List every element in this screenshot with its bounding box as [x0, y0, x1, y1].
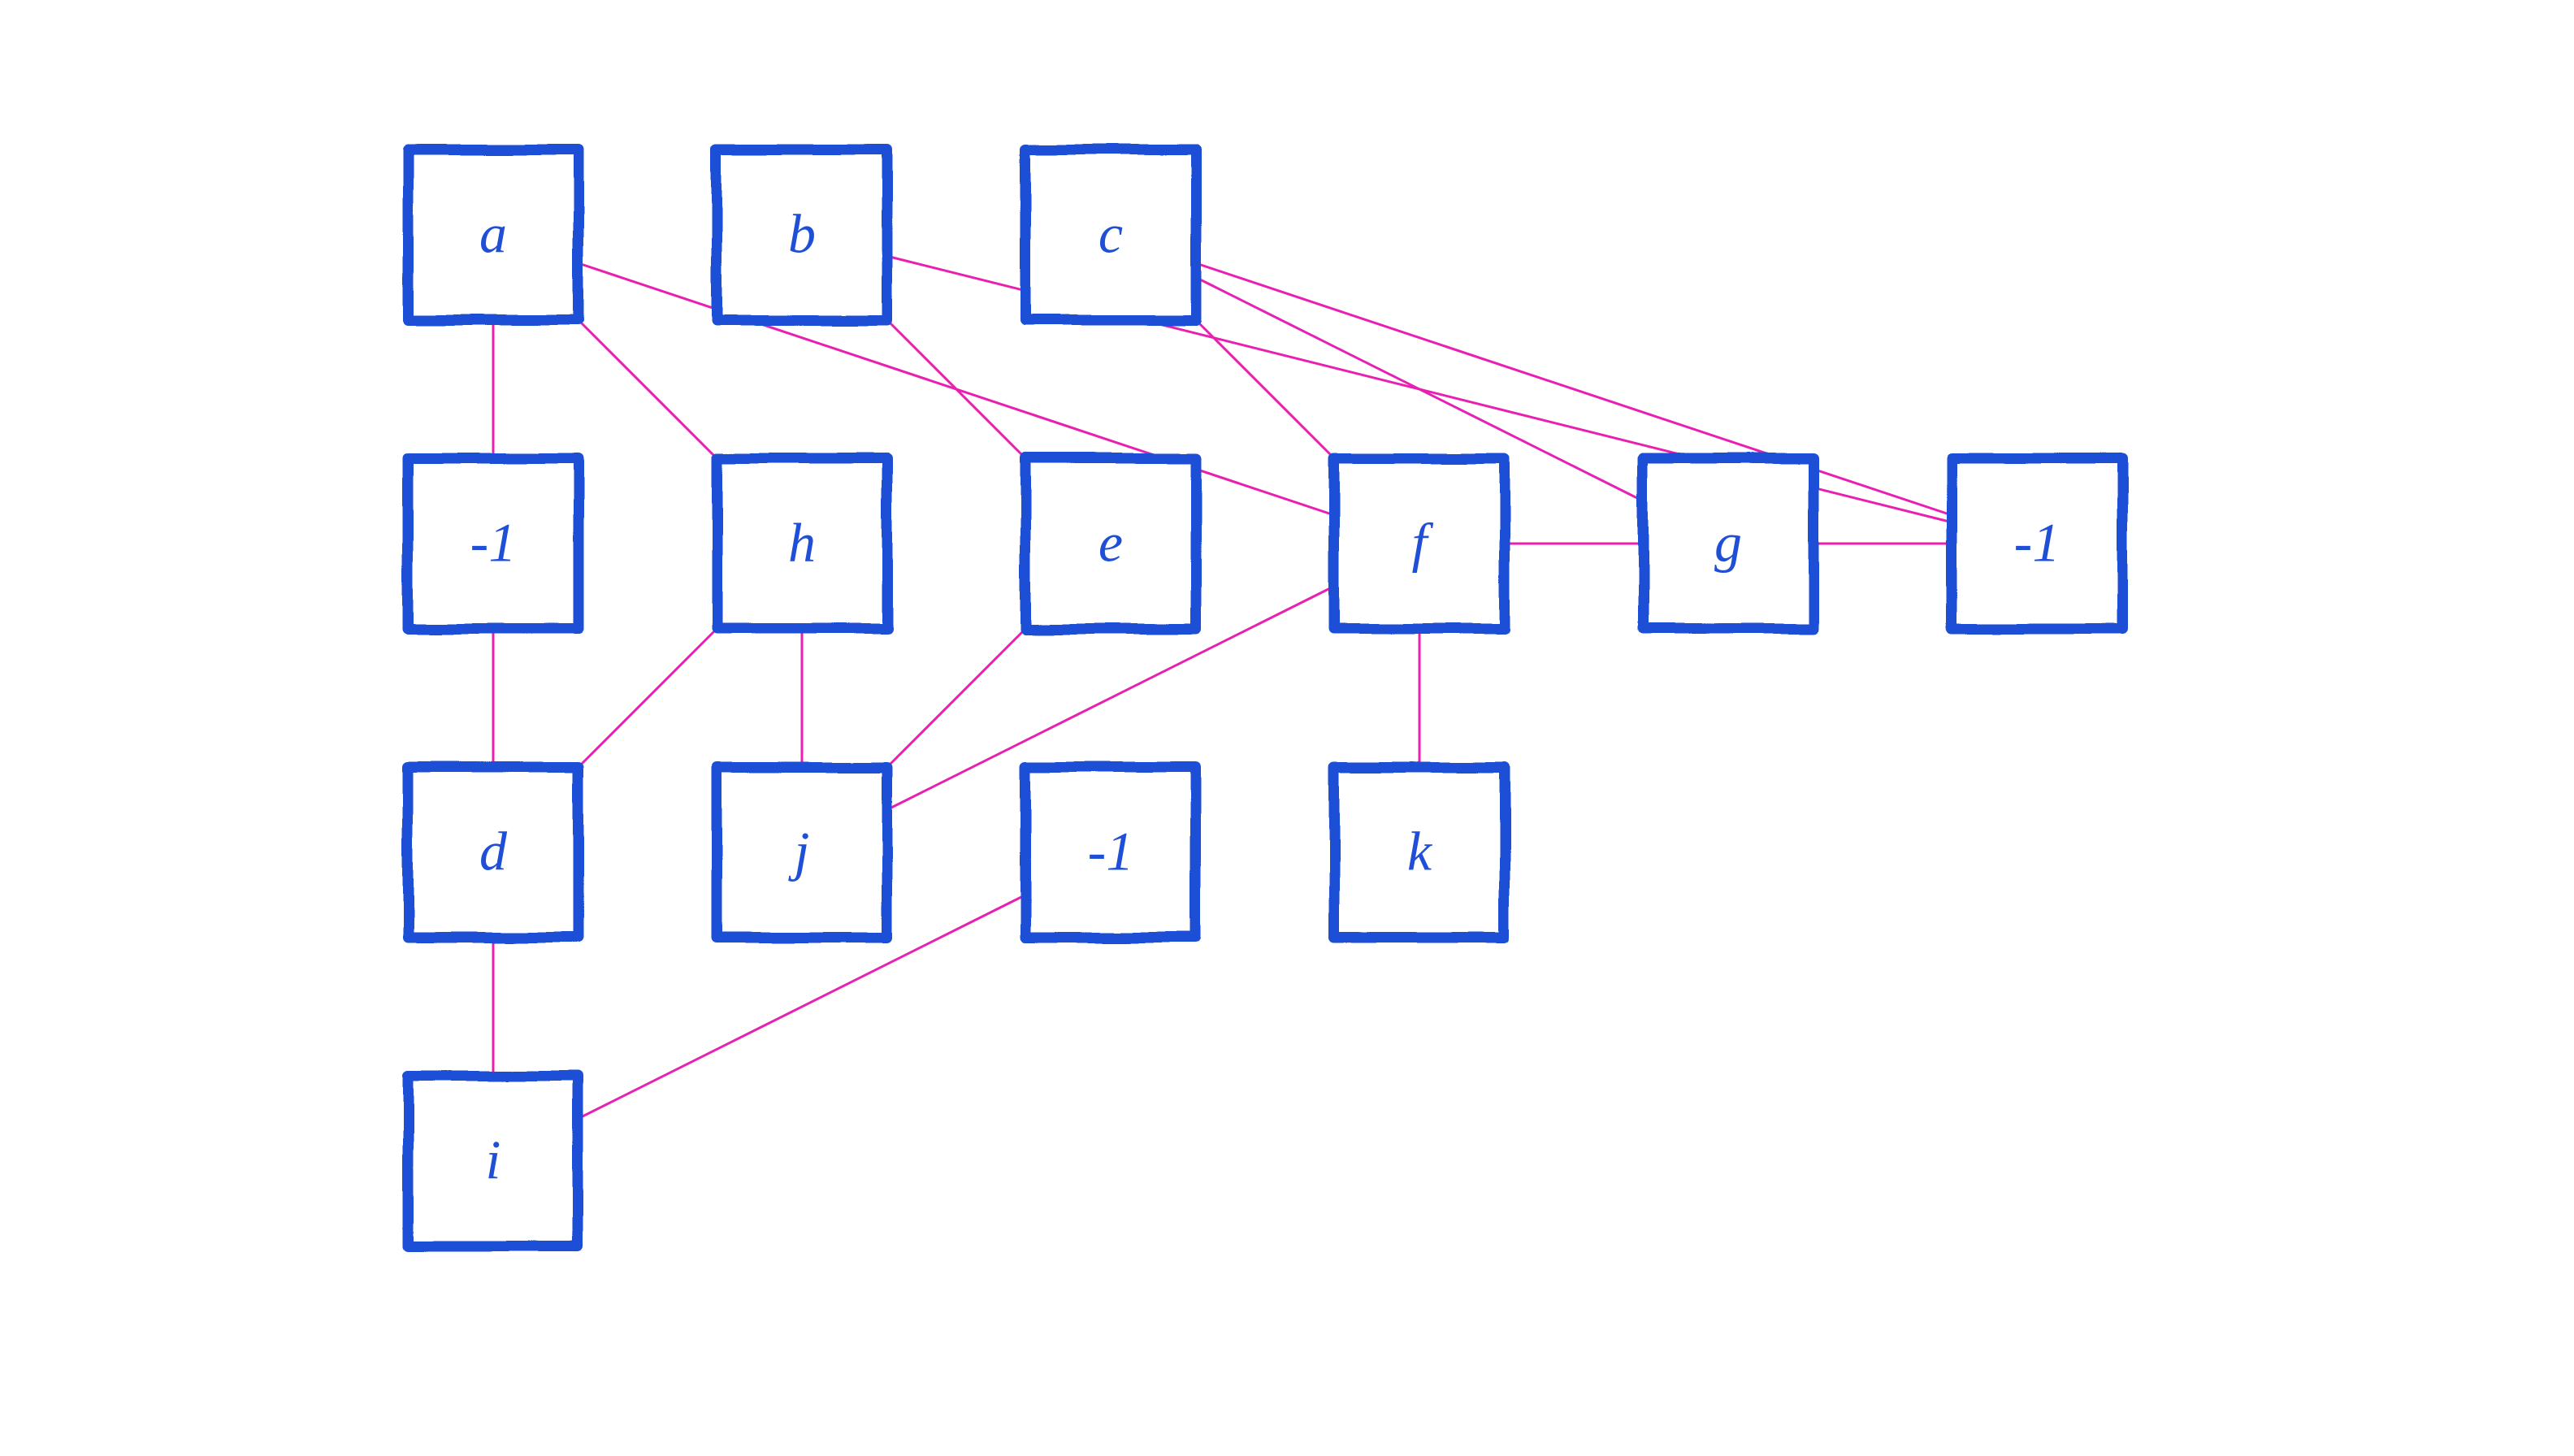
edge-c-n2	[1196, 263, 1952, 515]
edge-h-d	[578, 629, 717, 767]
nodes-layer: a b c -1 h e f g -1 d j -1 k i	[408, 150, 2122, 1246]
node-g: g	[1643, 458, 1814, 629]
node-c: c	[1025, 150, 1196, 320]
node-n1: -1	[408, 458, 578, 629]
node-n3: -1	[1025, 767, 1196, 938]
node-f: f	[1334, 458, 1505, 629]
node-label: b	[788, 203, 816, 265]
node-b: b	[717, 150, 887, 320]
node-label: -1	[2014, 512, 2060, 574]
node-label: e	[1098, 512, 1123, 574]
node-label: h	[788, 512, 816, 574]
node-a: a	[408, 150, 578, 320]
node-h: h	[717, 458, 887, 629]
node-label: -1	[470, 512, 517, 574]
node-label: a	[479, 203, 507, 265]
node-label: d	[479, 821, 508, 882]
node-j: j	[717, 767, 887, 938]
node-e: e	[1025, 458, 1196, 629]
node-label: -1	[1088, 821, 1134, 882]
node-k: k	[1334, 767, 1505, 938]
node-label: g	[1714, 512, 1742, 574]
node-label: i	[486, 1129, 501, 1191]
node-n2: -1	[1952, 458, 2122, 629]
node-d: d	[408, 767, 578, 938]
node-label: c	[1098, 203, 1123, 265]
edge-a-h	[578, 320, 717, 458]
node-label: k	[1407, 821, 1433, 882]
edge-c-f	[1196, 320, 1334, 458]
node-i: i	[408, 1076, 578, 1246]
edge-e-j	[887, 629, 1025, 767]
edge-b-e	[887, 320, 1025, 458]
edges-layer	[493, 256, 1952, 1118]
diagram-svg: a b c -1 h e f g -1 d j -1 k i	[0, 0, 2574, 1456]
diagram-canvas: a b c -1 h e f g -1 d j -1 k i	[0, 0, 2574, 1456]
